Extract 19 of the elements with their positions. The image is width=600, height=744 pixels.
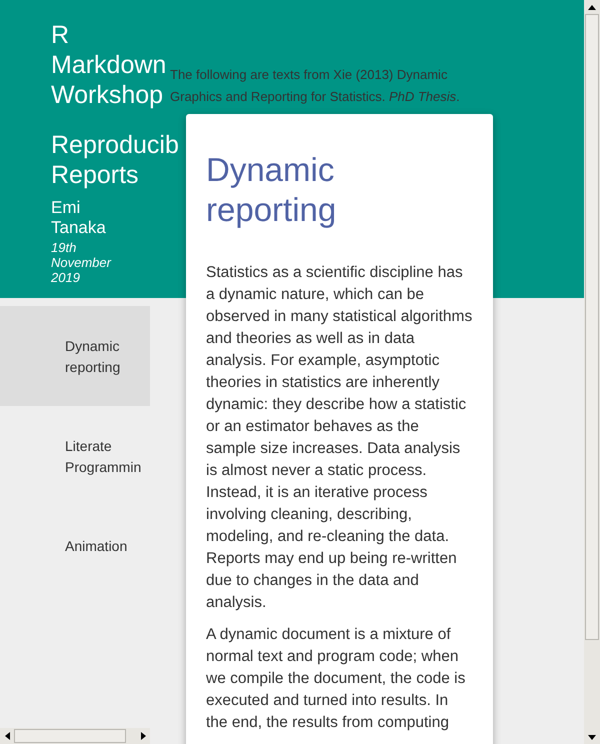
horizontal-scrollbar[interactable] [0,728,150,744]
sidebar-item[interactable]: Dynamic reporting [0,306,150,406]
page-title: R Markdown Workshop [51,20,166,110]
body-paragraph: A dynamic document is a mixture of normal text and program code; when we compile the document, the code is executed and turned into results. In the end, the results from computing [206,625,466,733]
date-text: 19th November 2019 [51,240,111,285]
up-arrow-icon [588,4,596,10]
left-arrow-icon [4,732,10,740]
sidebar-item[interactable]: Animation [0,506,150,606]
vertical-scrollbar[interactable] [584,0,600,744]
author-name: Emi Tanaka [51,198,106,238]
scroll-thumb[interactable] [14,729,126,743]
down-arrow-icon [588,734,596,740]
body-paragraph: Statistics as a scientific discipline has a dynamic nature, which can be observed in many statistical algorithms and theories as well as in data analysis. For example, asymptotic theories in statistics are inherently dynamic: they describe how a statistic or an estimator behaves as the sample size increases. Data analysis is almost never a static process. Instead, it is an iterative process involving cleaning, describing, modeling, and re-cleaning the data. Reports may end up being re-written due to changes in the data and analysis. [206,263,473,613]
sidebar-item[interactable]: Literate Programmin [0,406,150,506]
card-heading: Dynamic reporting [206,150,338,230]
page-subtitle: Reproducib Reports [51,130,179,190]
right-arrow-icon [140,732,146,740]
intro-text: The following are texts from Xie (2013) Dynamic Graphics and Reporting for Statistics. PhD Thesis. [170,66,461,106]
scroll-thumb[interactable] [585,14,599,640]
